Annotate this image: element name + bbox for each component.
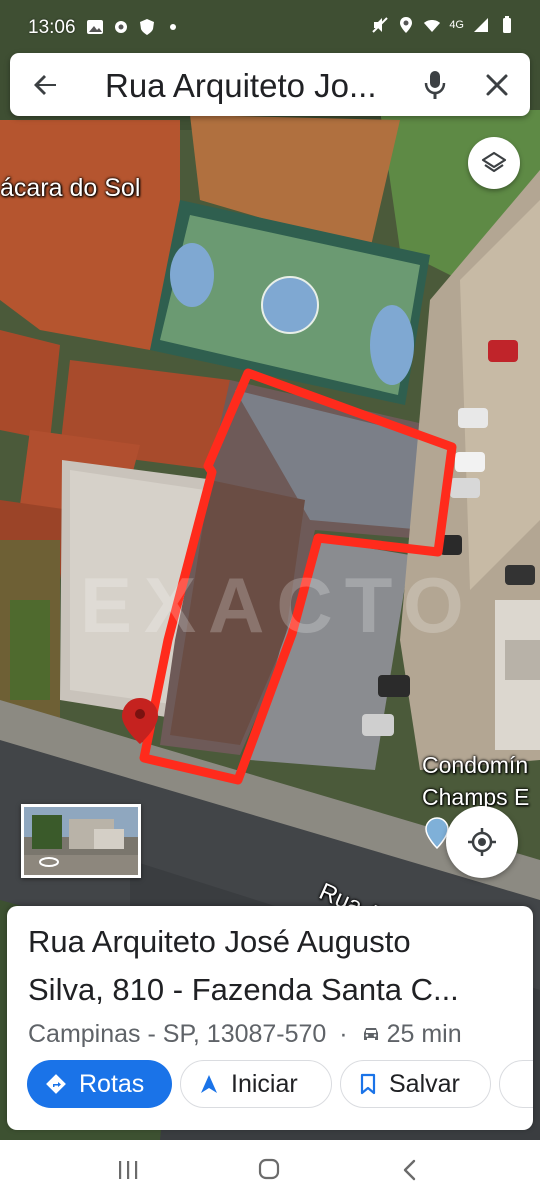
separator-dot: · [339, 1020, 348, 1048]
car-icon [363, 1028, 378, 1040]
back-icon[interactable] [400, 1158, 420, 1182]
location-icon [400, 17, 413, 33]
mute-icon [372, 17, 389, 33]
save-label: Salvar [389, 1069, 460, 1098]
crosshair-icon [468, 828, 496, 856]
mic-icon[interactable] [420, 68, 450, 102]
home-icon[interactable] [258, 1158, 280, 1180]
dot-icon [170, 24, 176, 30]
layers-button[interactable] [468, 137, 520, 189]
status-left-icons [86, 18, 182, 36]
routes-button[interactable]: Rotas [27, 1060, 172, 1108]
map-label-chacara[interactable]: ácara do Sol [0, 174, 140, 203]
rotate-360-icon [39, 857, 59, 867]
place-locality: Campinas - SP, 13087-570 [28, 1020, 327, 1048]
map-label-condominio-line1[interactable]: Condomín [422, 752, 528, 779]
wifi-icon [424, 20, 441, 32]
place-title-line2: Silva, 810 - Fazenda Santa C... [28, 972, 459, 1007]
drive-time: 25 min [386, 1020, 462, 1048]
directions-icon [46, 1074, 66, 1094]
start-navigation-button[interactable]: Iniciar [180, 1060, 332, 1108]
start-label: Iniciar [231, 1069, 298, 1098]
layers-icon [481, 151, 507, 173]
routes-label: Rotas [79, 1069, 145, 1098]
place-subtitle: Campinas - SP, 13087-570 · 25 min [28, 1020, 462, 1049]
shield-icon [140, 19, 154, 35]
save-button[interactable]: Salvar [340, 1060, 491, 1108]
status-time: 13:06 [28, 17, 76, 38]
status-bar: 13:06 4G [0, 0, 540, 56]
settings-icon [115, 21, 127, 33]
more-actions-chip[interactable] [499, 1060, 533, 1108]
watermark: EXACTO [80, 561, 476, 649]
search-bar[interactable]: Rua Arquiteto Jo... [10, 53, 530, 116]
gallery-icon [87, 20, 103, 34]
search-query[interactable]: Rua Arquiteto Jo... [105, 67, 405, 105]
place-title-line1: Rua Arquiteto José Augusto [28, 924, 411, 959]
my-location-button[interactable] [446, 806, 518, 878]
system-nav-bar [0, 1140, 540, 1200]
navigation-arrow-icon [201, 1075, 217, 1093]
place-card[interactable]: Rua Arquiteto José Augusto Silva, 810 - … [7, 906, 533, 1130]
status-right-icons: 4G [371, 16, 516, 34]
signal-icon [474, 18, 488, 32]
recent-apps-icon[interactable] [117, 1160, 139, 1180]
close-icon[interactable] [482, 70, 512, 100]
bookmark-icon [360, 1073, 376, 1095]
action-chips: Rotas Iniciar Salvar [27, 1060, 533, 1110]
battery-icon [503, 16, 511, 33]
arrow-left-icon[interactable] [30, 69, 62, 101]
network-4g-label: 4G [449, 19, 464, 31]
street-view-thumbnail[interactable] [21, 804, 141, 878]
